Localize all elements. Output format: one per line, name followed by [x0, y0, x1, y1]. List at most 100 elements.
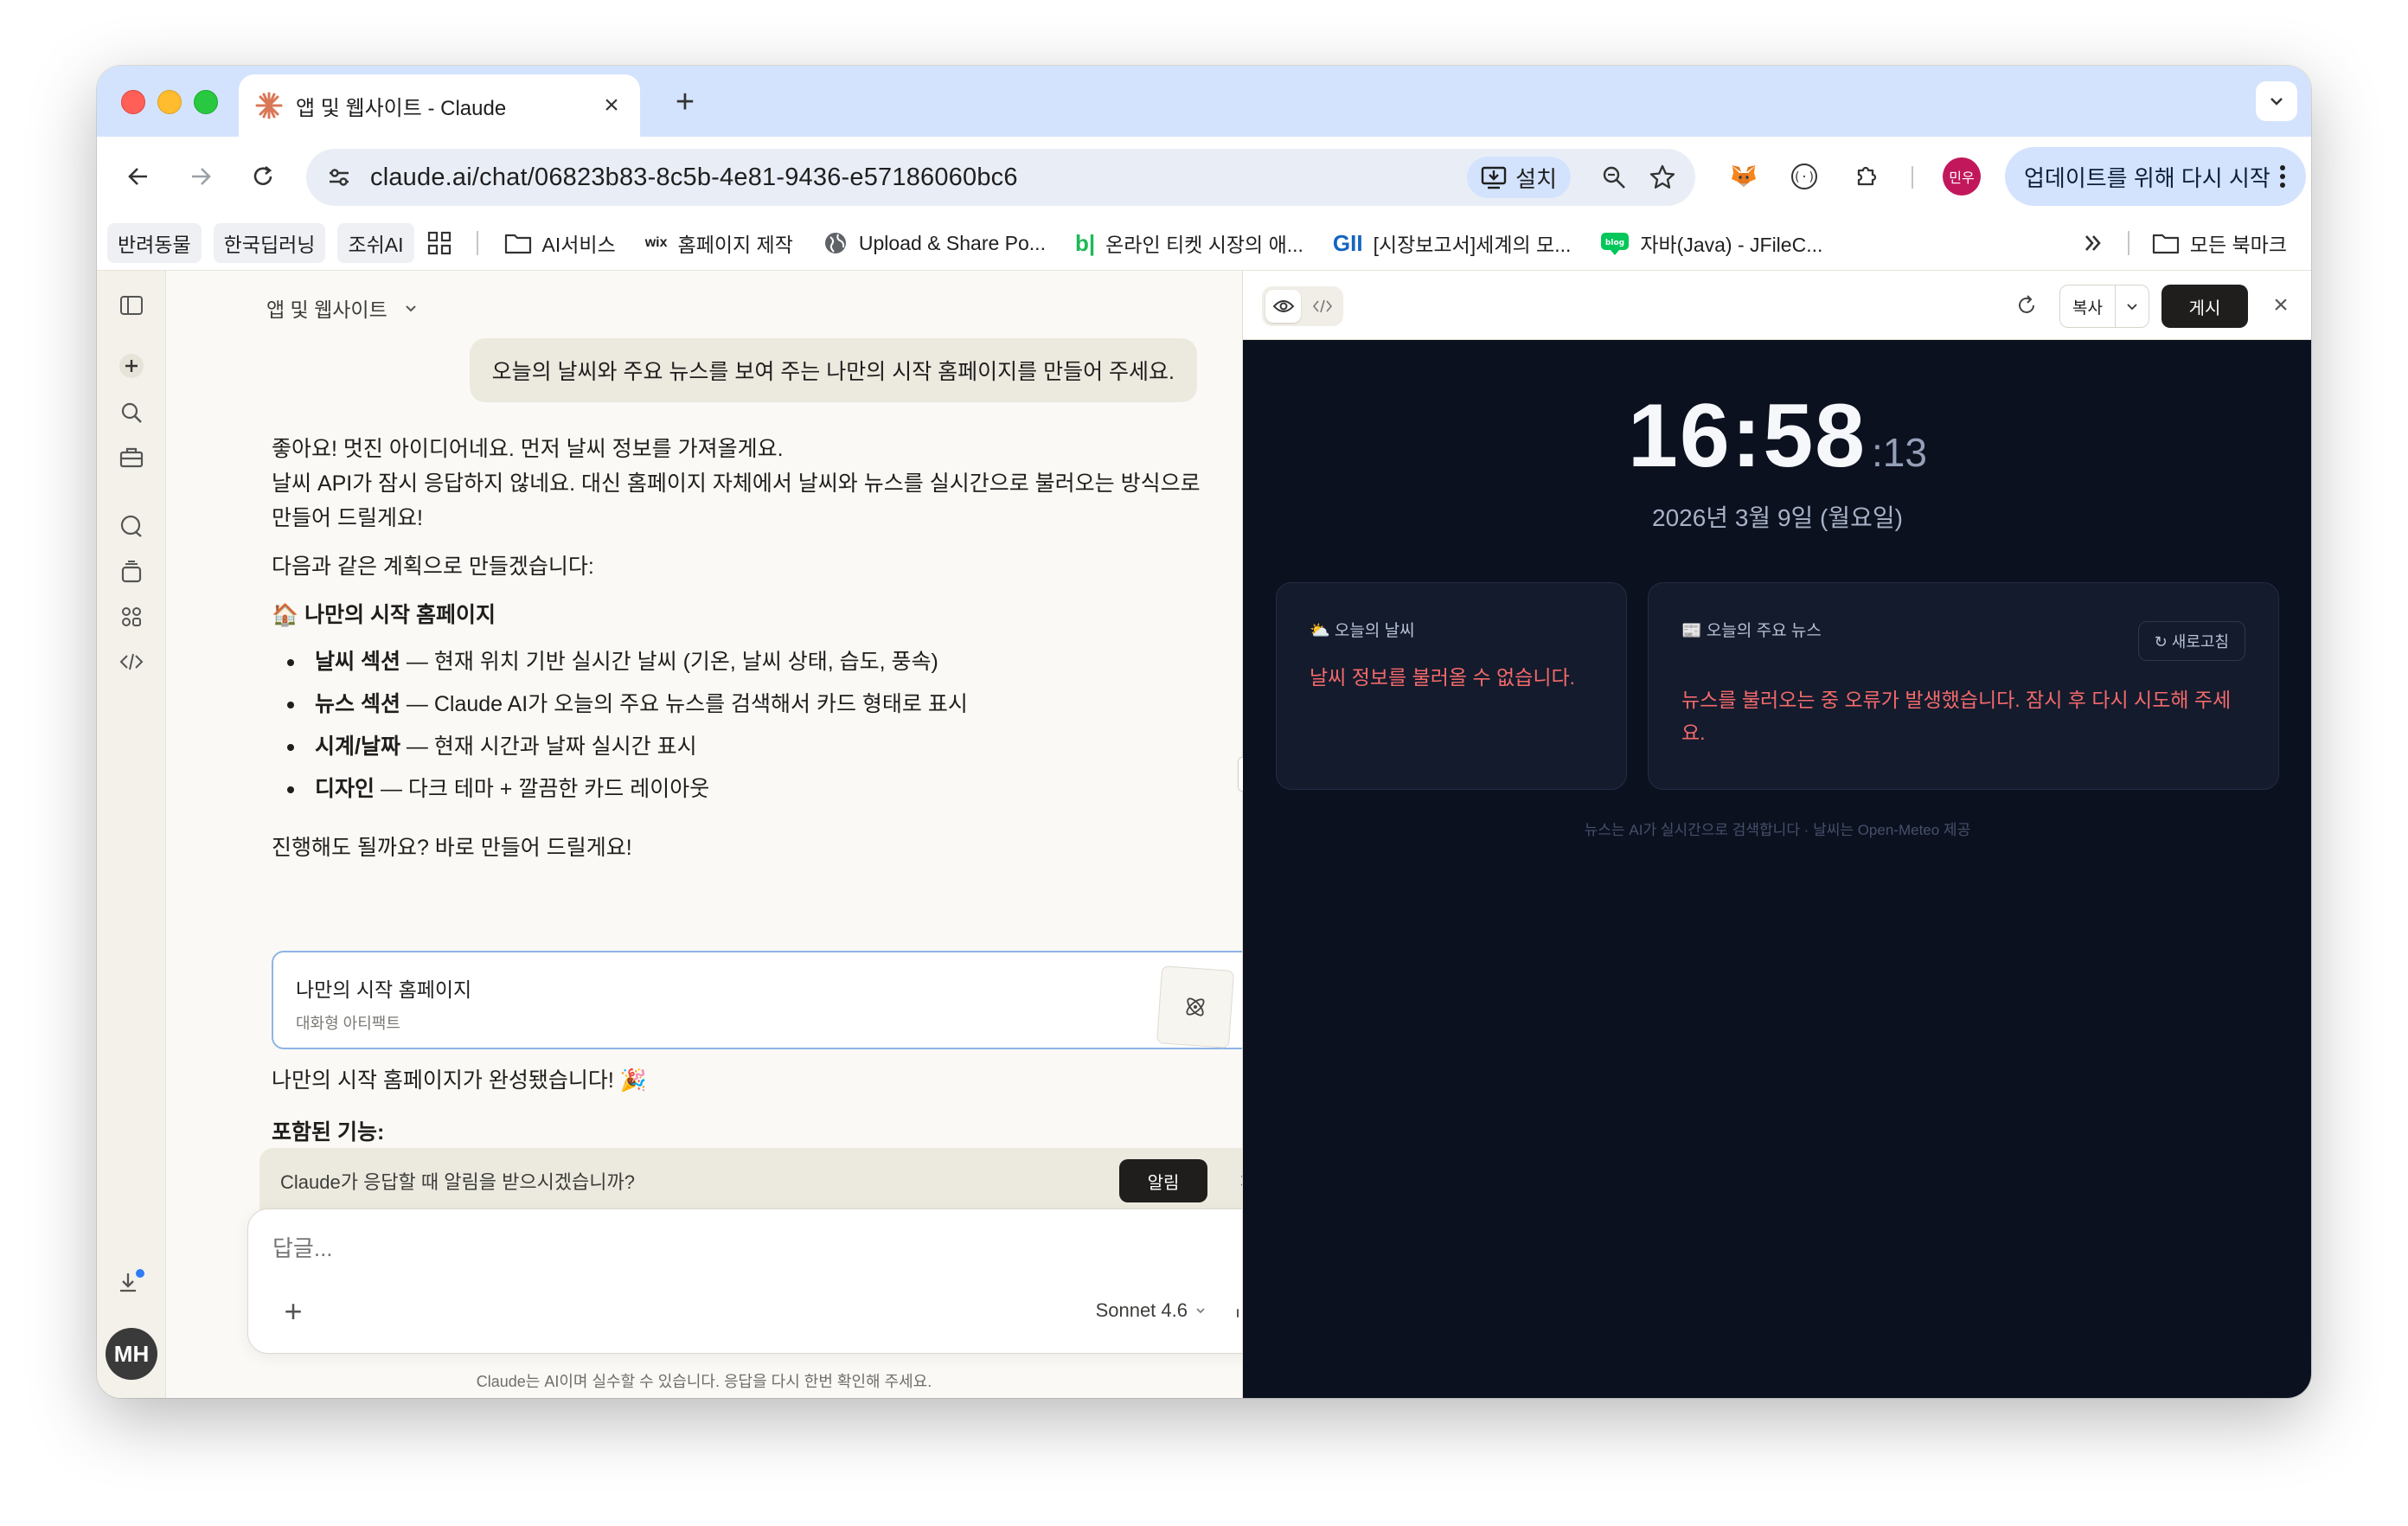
sidebar-toggle-icon [120, 296, 143, 315]
bookmark-online-ticket[interactable]: b| 온라인 티켓 시장의 애... [1075, 228, 1303, 258]
copy-label: 복사 [2060, 285, 2116, 327]
news-card-title: 📰 오늘의 주요 뉴스 [1681, 622, 1822, 640]
sidebar-rail: MH [97, 271, 166, 1398]
list-item: 뉴스 섹션 — Claude AI가 오늘의 주요 뉴스를 검색해서 카드 형태… [272, 687, 1206, 721]
apps-grid-button[interactable] [426, 230, 452, 256]
back-button[interactable] [118, 156, 159, 197]
reload-button[interactable] [242, 156, 284, 197]
claude-app: MH 앱 및 웹사이트 오늘의 날씨와 주요 뉴스를 보여 주는 나만의 시작 … [97, 270, 2311, 1398]
maximize-window-button[interactable] [194, 90, 218, 114]
weather-error: 날씨 정보를 불러올 수 없습니다. [1310, 666, 1576, 689]
refresh-news-button[interactable]: ↻ 새로고침 [2137, 621, 2245, 661]
close-window-button[interactable] [121, 90, 145, 114]
clock-display: 16:58:13 [1243, 385, 2311, 488]
chat-title-dropdown[interactable]: 앱 및 웹사이트 [266, 293, 419, 323]
bookmarks-bar: 반려동물 한국딥러닝 조쉬AI AI서비스 wix 홈페이지 제작 Upload… [97, 216, 2311, 270]
bookmark-separator [476, 231, 478, 255]
copy-options-button[interactable] [2116, 285, 2149, 327]
more-bookmarks-chevron-icon[interactable] [2081, 231, 2105, 255]
artifact-card[interactable]: 나만의 시작 홈페이지 대화형 아티팩트 [272, 951, 1265, 1049]
apps-button[interactable] [114, 600, 149, 634]
stack-icon [121, 561, 142, 583]
profile-avatar[interactable]: 민우 [1943, 157, 1981, 196]
code-extension-icon[interactable]: (·) [1784, 156, 1825, 197]
chat-bubble-icon [120, 515, 142, 537]
update-restart-button[interactable]: 업데이트를 위해 다시 시작 [2005, 147, 2306, 206]
bookmark-chip[interactable]: 조쉬AI [337, 223, 414, 263]
view-toggle [1262, 286, 1343, 326]
code-tab[interactable] [1304, 290, 1340, 323]
briefcase-icon [119, 447, 144, 468]
search-button[interactable] [114, 395, 149, 430]
browser-toolbar: claude.ai/chat/06823b83-8c5b-4e81-9436-e… [97, 137, 2311, 216]
clock-seconds: :13 [1872, 430, 1927, 475]
bookmark-market-report[interactable]: GII [시장보고서]세계의 모... [1333, 228, 1571, 258]
bookmark-chip[interactable]: 한국딥러닝 [213, 223, 326, 263]
folder-icon [504, 234, 531, 254]
copy-button[interactable]: 복사 [2059, 285, 2149, 328]
enable-notifications-button[interactable]: 알림 [1119, 1159, 1207, 1202]
user-message: 오늘의 날씨와 주요 뉴스를 보여 주는 나만의 시작 홈페이지를 만들어 주세… [469, 338, 1197, 402]
close-panel-icon[interactable]: × [2264, 288, 2298, 323]
code-button[interactable] [114, 644, 149, 679]
new-tab-button[interactable]: + [668, 85, 702, 119]
artifact-title: 나만의 시작 홈페이지 [296, 978, 472, 1001]
install-app-button[interactable]: 설치 [1467, 157, 1571, 198]
plan-title: 🏠 나만의 시작 홈페이지 [272, 603, 496, 627]
bookmark-java[interactable]: blog 자바(Java) - JFileC... [1600, 228, 1822, 258]
model-selector[interactable]: Sonnet 4.6 [1096, 1299, 1207, 1322]
artifact-toolbar: 복사 게시 × [1243, 271, 2311, 340]
downloads-button[interactable] [114, 1266, 149, 1300]
bl-icon: b| [1074, 229, 1096, 256]
tab-search-button[interactable] [2256, 81, 2297, 121]
update-label: 업데이트를 위해 다시 시작 [2024, 164, 2270, 191]
minimize-window-button[interactable] [157, 90, 182, 114]
plan-intro: 다음과 같은 계획으로 만들겠습니다: [272, 555, 594, 579]
bookmark-ai-services[interactable]: AI서비스 [504, 228, 616, 258]
bookmark-chip[interactable]: 반려동물 [107, 223, 202, 263]
message-composer: + Sonnet 4.6 [247, 1209, 1294, 1354]
zoom-icon[interactable] [1593, 157, 1635, 198]
blog-icon: blog [1601, 233, 1630, 255]
add-attachment-button[interactable]: + [274, 1292, 312, 1330]
new-chat-button[interactable] [114, 349, 149, 383]
extensions-puzzle-icon[interactable] [1846, 156, 1887, 197]
reload-artifact-button[interactable] [2009, 288, 2044, 323]
chats-button[interactable] [114, 510, 149, 544]
site-settings-icon[interactable] [318, 157, 360, 198]
claude-logo-icon [255, 92, 283, 119]
metamask-extension-icon[interactable] [1723, 156, 1764, 197]
included-features-heading: 포함된 기능: [272, 1120, 385, 1144]
reply-input[interactable] [272, 1235, 1051, 1262]
user-avatar[interactable]: MH [106, 1328, 157, 1380]
bookmark-wix[interactable]: wix 홈페이지 제작 [645, 228, 793, 258]
gii-icon: GII [1332, 229, 1363, 256]
grid-icon [122, 607, 141, 626]
active-tab[interactable]: 앱 및 웹사이트 - Claude × [239, 74, 640, 137]
arrow-left-icon [128, 168, 147, 185]
svg-text:blog: blog [1605, 239, 1624, 247]
atom-icon [1186, 997, 1205, 1016]
all-bookmarks-button[interactable]: 모든 북마크 [2152, 228, 2287, 258]
artifacts-button[interactable] [114, 555, 149, 589]
forward-button[interactable] [180, 156, 221, 197]
feature-list: 날씨 섹션 — 현재 위치 기반 실시간 날씨 (기온, 날씨 상태, 습도, … [272, 644, 1206, 806]
assistant-message: 좋아요! 멋진 아이디어네요. 먼저 날씨 정보를 가져올게요. 날씨 API가… [272, 432, 1206, 879]
bookmark-separator [2127, 231, 2129, 255]
projects-button[interactable] [114, 440, 149, 475]
chat-title: 앱 및 웹사이트 [266, 298, 387, 321]
chevron-down-icon [1196, 1308, 1205, 1314]
address-bar[interactable]: claude.ai/chat/06823b83-8c5b-4e81-9436-e… [306, 149, 1695, 206]
artifact-panel: 복사 게시 × 16:58:13 2026년 3월 9일 (월요일) ⛅ 오늘의… [1238, 271, 2311, 1398]
apps-grid-icon [427, 231, 451, 255]
code-icon [1312, 299, 1332, 313]
toggle-sidebar-button[interactable] [114, 288, 149, 323]
bookmark-upload-share[interactable]: Upload & Share Po... [823, 230, 1046, 256]
publish-button[interactable]: 게시 [2161, 285, 2248, 328]
bookmark-star-icon[interactable] [1642, 157, 1683, 198]
disclaimer-text: Claude는 AI이며 실수할 수 있습니다. 응답을 다시 한번 확인해 주… [476, 1373, 932, 1390]
tab-close-icon[interactable]: × [599, 93, 624, 119]
more-vertical-icon [2280, 165, 2285, 188]
preview-tab[interactable] [1265, 290, 1301, 323]
list-item: 디자인 — 다크 테마 + 깔끔한 카드 레이아웃 [272, 772, 1206, 806]
